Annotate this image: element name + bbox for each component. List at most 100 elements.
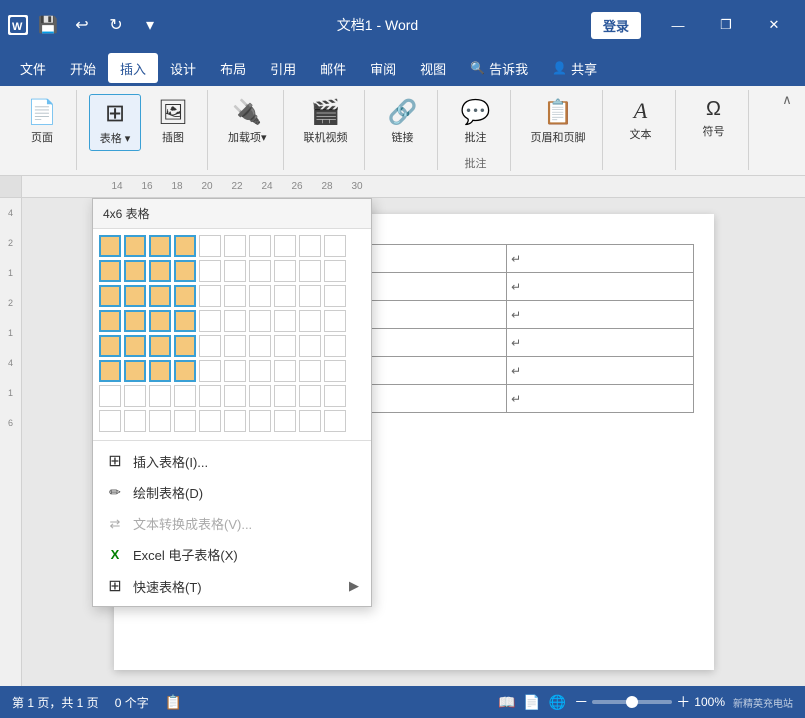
grid-cell[interactable] [249,360,271,382]
grid-cell[interactable] [274,310,296,332]
grid-cell[interactable] [324,335,346,357]
grid-cell[interactable] [199,310,221,332]
grid-cell[interactable] [174,285,196,307]
grid-cell[interactable] [299,385,321,407]
grid-cell[interactable] [149,410,171,432]
grid-cell[interactable] [199,410,221,432]
grid-cell[interactable] [99,385,121,407]
grid-cell[interactable] [174,260,196,282]
grid-cell[interactable] [324,285,346,307]
grid-cell[interactable] [299,285,321,307]
ribbon-headerfooter-button[interactable]: 📋 页眉和页脚 [523,94,594,149]
grid-cell[interactable] [224,335,246,357]
grid-cell[interactable] [224,385,246,407]
grid-cell[interactable] [199,235,221,257]
grid-cell[interactable] [149,335,171,357]
grid-cell[interactable] [274,260,296,282]
grid-cell[interactable] [249,235,271,257]
grid-cell[interactable] [299,310,321,332]
zoom-in-icon[interactable]: ＋ [676,692,690,712]
menu-design[interactable]: 设计 [158,53,208,83]
grid-cell[interactable] [124,310,146,332]
grid-cell[interactable] [224,285,246,307]
grid-cell[interactable] [99,410,121,432]
zoom-out-icon[interactable]: － [574,692,588,712]
excel-table-item[interactable]: X Excel 电子表格(X) [93,539,371,570]
grid-cell[interactable] [299,235,321,257]
ribbon-media-button[interactable]: 🎬 联机视频 [296,94,356,149]
grid-cell[interactable] [124,235,146,257]
grid-cell[interactable] [99,360,121,382]
grid-cell[interactable] [299,410,321,432]
grid-cell[interactable] [274,385,296,407]
grid-cell[interactable] [149,385,171,407]
print-layout-icon[interactable]: 📄 [523,694,540,711]
insert-table-item[interactable]: ⊞ 插入表格(I)... [93,445,371,477]
grid-cell[interactable] [199,385,221,407]
ribbon-table-button[interactable]: ⊞ 表格 ▾ [89,94,141,151]
ribbon-addins-button[interactable]: 🔌 加载项▾ [220,94,275,149]
grid-cell[interactable] [224,410,246,432]
ribbon-comments-button[interactable]: 💬 批注 [450,94,502,149]
redo-button[interactable]: ↻ [102,11,130,39]
ribbon-pages-button[interactable]: 📄 页面 [16,94,68,149]
grid-cell[interactable] [224,310,246,332]
grid-cell[interactable] [99,335,121,357]
undo-button[interactable]: ↩ [68,11,96,39]
menu-references[interactable]: 引用 [258,53,308,83]
grid-cell[interactable] [324,385,346,407]
grid-cell[interactable] [299,360,321,382]
menu-file[interactable]: 文件 [8,53,58,83]
web-layout-icon[interactable]: 🌐 [549,694,566,711]
grid-cell[interactable] [174,235,196,257]
grid-cell[interactable] [274,335,296,357]
zoom-thumb[interactable] [626,696,638,708]
grid-cell[interactable] [174,360,196,382]
menu-layout[interactable]: 布局 [208,53,258,83]
grid-cell[interactable] [124,360,146,382]
grid-cell[interactable] [99,310,121,332]
grid-cell[interactable] [274,360,296,382]
grid-cell[interactable] [124,410,146,432]
menu-insert[interactable]: 插入 [108,53,158,83]
grid-cell[interactable] [174,335,196,357]
quick-table-item[interactable]: ⊞ 快速表格(T) ▶ [93,570,371,602]
customize-qat-button[interactable]: ▾ [136,11,164,39]
grid-cell[interactable] [149,235,171,257]
grid-cell[interactable] [324,310,346,332]
read-mode-icon[interactable]: 📖 [498,694,515,711]
menu-home[interactable]: 开始 [58,53,108,83]
grid-cell[interactable] [249,310,271,332]
grid-cell[interactable] [149,260,171,282]
grid-cell[interactable] [249,285,271,307]
save-button[interactable]: 💾 [34,11,62,39]
grid-cell[interactable] [249,385,271,407]
grid-cell[interactable] [174,310,196,332]
grid-cell[interactable] [199,360,221,382]
grid-cell[interactable] [249,410,271,432]
grid-cell[interactable] [124,335,146,357]
grid-cell[interactable] [274,410,296,432]
grid-cell[interactable] [324,360,346,382]
menu-tellme[interactable]: 🔍 告诉我 [458,53,540,83]
ribbon-collapse-button[interactable]: ∧ [777,90,797,110]
ribbon-links-button[interactable]: 🔗 链接 [377,94,429,149]
grid-cell[interactable] [149,360,171,382]
grid-cell[interactable] [149,310,171,332]
menu-review[interactable]: 审阅 [358,53,408,83]
grid-cell[interactable] [199,285,221,307]
grid-cell[interactable] [199,335,221,357]
grid-cell[interactable] [99,260,121,282]
grid-cell[interactable] [224,360,246,382]
grid-cell[interactable] [124,385,146,407]
grid-cell[interactable] [99,235,121,257]
menu-view[interactable]: 视图 [408,53,458,83]
spelling-icon[interactable]: 📋 [165,694,182,711]
grid-cell[interactable] [249,260,271,282]
minimize-button[interactable]: — [655,0,701,50]
ribbon-text-button[interactable]: A 文本 [615,94,667,146]
grid-cell[interactable] [174,385,196,407]
table-grid[interactable] [93,229,371,440]
grid-cell[interactable] [274,285,296,307]
grid-cell[interactable] [224,260,246,282]
